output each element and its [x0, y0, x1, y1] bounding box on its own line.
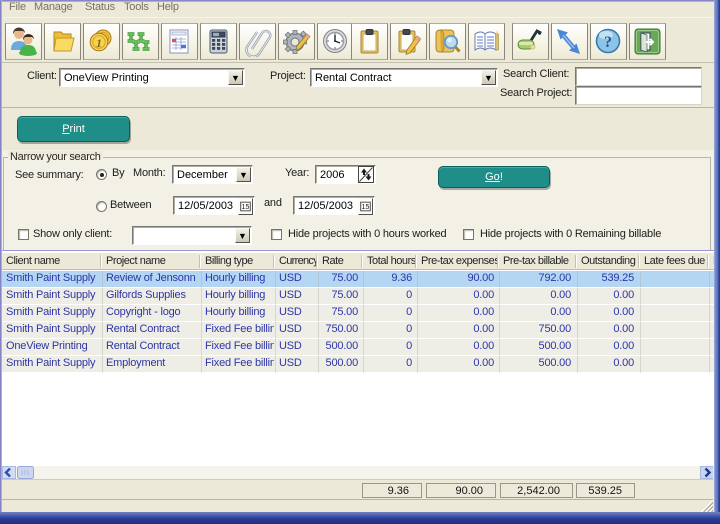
svg-text:?: ?: [604, 34, 612, 51]
svg-text:15: 15: [242, 204, 250, 211]
svg-text:1: 1: [96, 36, 102, 50]
svg-text:15: 15: [362, 204, 370, 211]
